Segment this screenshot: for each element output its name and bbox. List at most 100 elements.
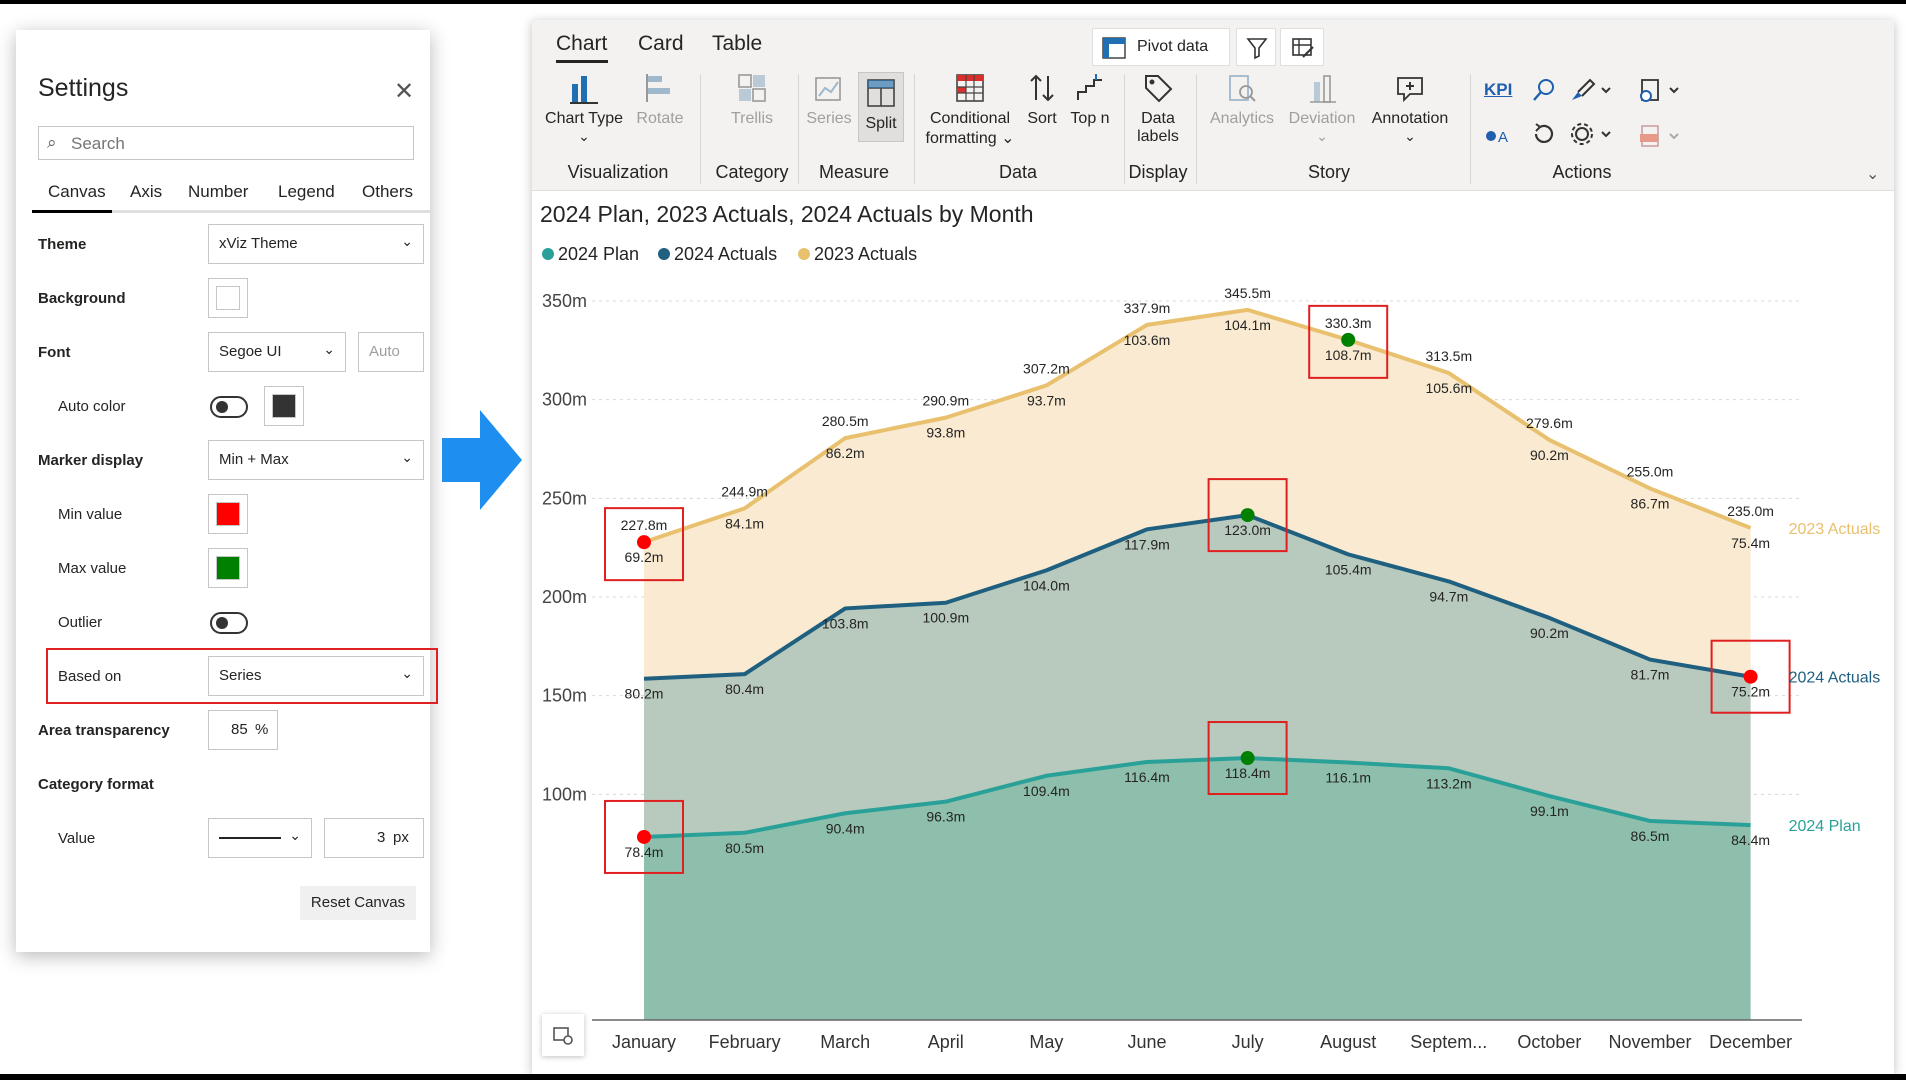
reset-view-button[interactable] [542,1014,584,1056]
data-label-2024-actuals: 117.9m [1124,536,1170,552]
tab-legend[interactable]: Legend [278,182,335,202]
segment-label-2023-actuals: 108.7m [1325,347,1372,363]
theme-value: xViz Theme [219,235,298,252]
data-label-2023-actuals: 280.5m [822,413,869,429]
series-end-label: 2024 Actuals [1789,670,1881,687]
based-on-dropdown[interactable]: Series ⌄ [208,656,424,696]
data-label-2024-actuals: 81.7m [1631,667,1670,683]
data-label-2023-actuals: 235.0m [1727,503,1774,519]
data-label-2024-plan: 116.4m [1124,769,1170,785]
data-label-2024-actuals: 80.4m [725,681,764,697]
bottom-border [0,1074,1906,1080]
top-border [0,0,1906,4]
line-width-unit: px [393,829,409,846]
marker-display-row: Marker display Min + Max ⌄ [38,440,428,484]
data-label-2024-plan: 86.5m [1631,828,1670,844]
chevron-down-icon: ⌄ [289,827,301,843]
tab-number[interactable]: Number [188,182,248,202]
data-label-2023-actuals: 313.5m [1425,348,1472,364]
x-tick-label: December [1709,1032,1792,1052]
theme-row: Theme xViz Theme ⌄ [38,224,428,268]
data-label-2024-actuals: 105.4m [1325,561,1372,577]
segment-label-2023-actuals: 93.8m [926,425,965,441]
marker-display-value: Min + Max [219,451,289,468]
data-label-2023-actuals: 244.9m [721,483,768,499]
data-label-2024-plan: 109.4m [1023,783,1070,799]
marker-display-dropdown[interactable]: Min + Max ⌄ [208,440,424,480]
area-transparency-input[interactable]: 85 % [208,710,278,750]
min-value-label: Min value [58,506,123,523]
value-row: Value ⌄ 3 px [38,818,428,862]
max-value-row: Max value [38,548,428,592]
data-label-2023-actuals: 330.3m [1325,315,1372,331]
x-tick-label: May [1029,1032,1063,1052]
line-width-value: 3 [377,829,386,846]
data-label-2024-plan: 84.4m [1731,832,1770,848]
area-chart: 100m 150m 200m 250m 300m 350m 227.8m 69.2m 80.2m… [542,285,1881,1052]
max-color-swatch[interactable] [208,548,248,588]
chevron-down-icon: ⌄ [401,449,413,465]
data-label-2023-actuals: 255.0m [1627,463,1674,479]
data-label-2024-plan: 113.2m [1426,775,1472,791]
category-format-row: Category format [38,764,428,808]
font-row: Font Segoe UI ⌄ Auto [38,332,428,376]
x-tick-label: October [1517,1032,1581,1052]
data-label-2024-actuals: 103.8m [822,615,869,631]
min-marker [637,535,651,550]
based-on-row: Based on Series ⌄ [38,656,428,700]
search-input[interactable] [69,131,403,157]
segment-label-2023-actuals: 104.1m [1224,317,1271,333]
font-size-input[interactable]: Auto [358,332,424,372]
min-color-swatch[interactable] [208,494,248,534]
max-marker [1240,508,1255,523]
y-tick-label: 100m [542,784,587,804]
max-marker [1240,751,1255,766]
auto-color-swatch[interactable] [264,386,304,426]
settings-tabs: Canvas Axis Number Legend Others [32,182,432,213]
font-value: Segoe UI [219,343,282,360]
x-tick-label: February [709,1032,781,1052]
segment-label-2023-actuals: 93.7m [1027,392,1066,408]
x-tick-label: June [1127,1032,1166,1052]
segment-label-2023-actuals: 86.2m [826,445,865,461]
data-label-2023-actuals: 279.6m [1526,415,1573,431]
data-label-2024-actuals: 75.2m [1731,684,1770,700]
outlier-toggle[interactable] [210,612,248,634]
background-color-swatch[interactable] [208,278,248,318]
arrow-right-icon [442,410,522,510]
value-label: Value [58,830,96,847]
search-box[interactable]: ⌕ [38,126,414,160]
close-icon[interactable]: ✕ [394,80,414,104]
segment-label-2023-actuals: 86.7m [1631,495,1670,511]
category-format-label: Category format [38,776,154,793]
y-tick-label: 250m [542,488,587,508]
data-label-2024-actuals: 123.0m [1224,522,1271,538]
min-marker [1743,669,1758,684]
tab-canvas[interactable]: Canvas [48,182,106,202]
data-label-2024-actuals: 100.9m [922,610,969,626]
max-value-label: Max value [58,560,127,577]
settings-panel: Settings ✕ ⌕ Canvas Axis Number Legend O… [16,30,438,952]
reset-canvas-button[interactable]: Reset Canvas [300,886,416,920]
font-dropdown[interactable]: Segoe UI ⌄ [208,332,346,372]
data-label-2024-plan: 99.1m [1530,803,1569,819]
y-tick-label: 150m [542,686,587,706]
background-label: Background [38,290,126,307]
data-label-2023-actuals: 307.2m [1023,360,1070,376]
tab-others[interactable]: Others [362,182,413,202]
min-value-row: Min value [38,494,428,538]
data-label-2024-actuals: 90.2m [1530,625,1569,641]
series-end-label: 2023 Actuals [1789,521,1881,538]
line-width-input[interactable]: 3 px [324,818,424,858]
outlier-row: Outlier [38,602,428,646]
x-tick-label: March [820,1032,870,1052]
chevron-down-icon: ⌄ [401,665,413,681]
tab-axis[interactable]: Axis [130,182,162,202]
line-style-dropdown[interactable]: ⌄ [208,818,312,858]
max-marker [1341,332,1356,347]
settings-title: Settings [38,74,129,102]
theme-label: Theme [38,236,87,253]
auto-color-toggle[interactable] [210,396,248,418]
theme-dropdown[interactable]: xViz Theme ⌄ [208,224,424,264]
data-label-2023-actuals: 227.8m [621,517,668,533]
